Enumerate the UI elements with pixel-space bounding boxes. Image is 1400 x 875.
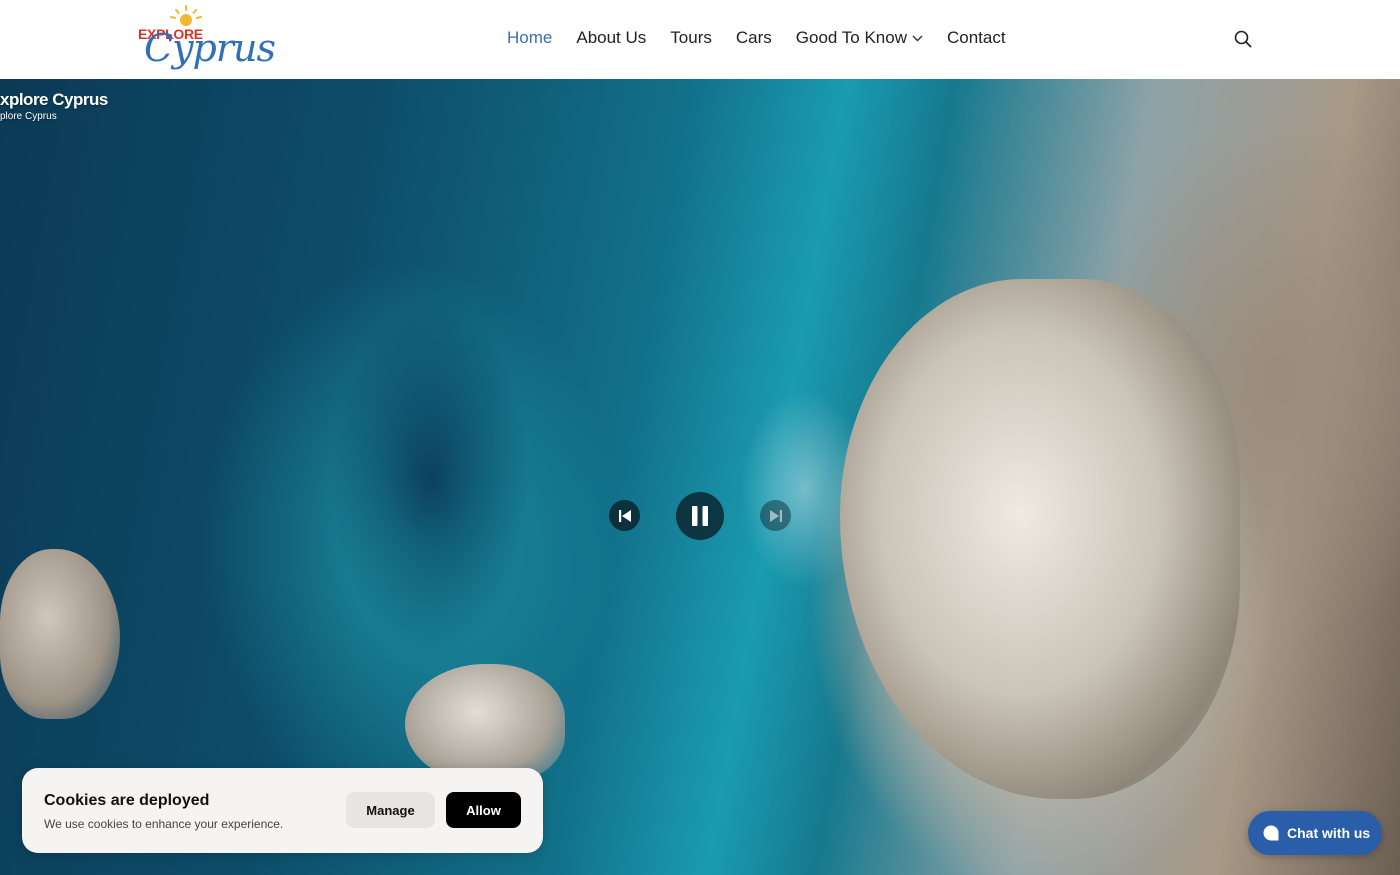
manage-cookies-button[interactable]: Manage xyxy=(346,792,435,828)
main-nav: Home About Us Tours Cars Good To Know Co… xyxy=(507,28,1030,48)
pause-icon xyxy=(692,506,708,526)
rock-large xyxy=(840,279,1240,799)
video-subtitle: plore Cyprus xyxy=(0,111,57,122)
nav-home[interactable]: Home xyxy=(507,28,552,48)
previous-button[interactable] xyxy=(609,500,640,531)
chat-label: Chat with us xyxy=(1287,825,1371,841)
nav-good-to-know[interactable]: Good To Know xyxy=(796,28,923,48)
explore-cyprus-logo[interactable]: EXPLORE Cyprus xyxy=(138,4,276,76)
site-header: EXPLORE Cyprus Home About Us Tours Cars … xyxy=(0,0,1400,79)
hero-video[interactable]: xplore Cyprus plore Cyprus xyxy=(0,79,1400,875)
sea-shadow xyxy=(330,299,530,659)
previous-icon xyxy=(618,509,631,522)
search-button[interactable] xyxy=(1233,29,1253,49)
chat-button[interactable]: Chat with us xyxy=(1248,811,1382,855)
allow-cookies-button[interactable]: Allow xyxy=(446,792,521,828)
rock-left xyxy=(0,549,120,719)
nav-contact[interactable]: Contact xyxy=(947,28,1006,48)
rock-small xyxy=(405,664,565,784)
cookie-title: Cookies are deployed xyxy=(44,792,210,809)
pause-button[interactable] xyxy=(676,492,724,540)
nav-about-us[interactable]: About Us xyxy=(576,28,646,48)
next-icon xyxy=(769,509,782,522)
nav-cars[interactable]: Cars xyxy=(736,28,772,48)
cookie-banner: Cookies are deployed We use cookies to e… xyxy=(22,768,543,853)
chat-bubble-icon xyxy=(1263,825,1279,841)
chevron-down-icon xyxy=(912,35,923,41)
nav-tours[interactable]: Tours xyxy=(670,28,712,48)
next-button[interactable] xyxy=(760,500,791,531)
video-title: xplore Cyprus xyxy=(0,90,108,109)
cookie-text: We use cookies to enhance your experienc… xyxy=(44,817,284,831)
logo-cyprus-text: Cyprus xyxy=(144,26,276,70)
nav-good-to-know-label: Good To Know xyxy=(795,28,907,47)
search-icon xyxy=(1234,30,1252,48)
